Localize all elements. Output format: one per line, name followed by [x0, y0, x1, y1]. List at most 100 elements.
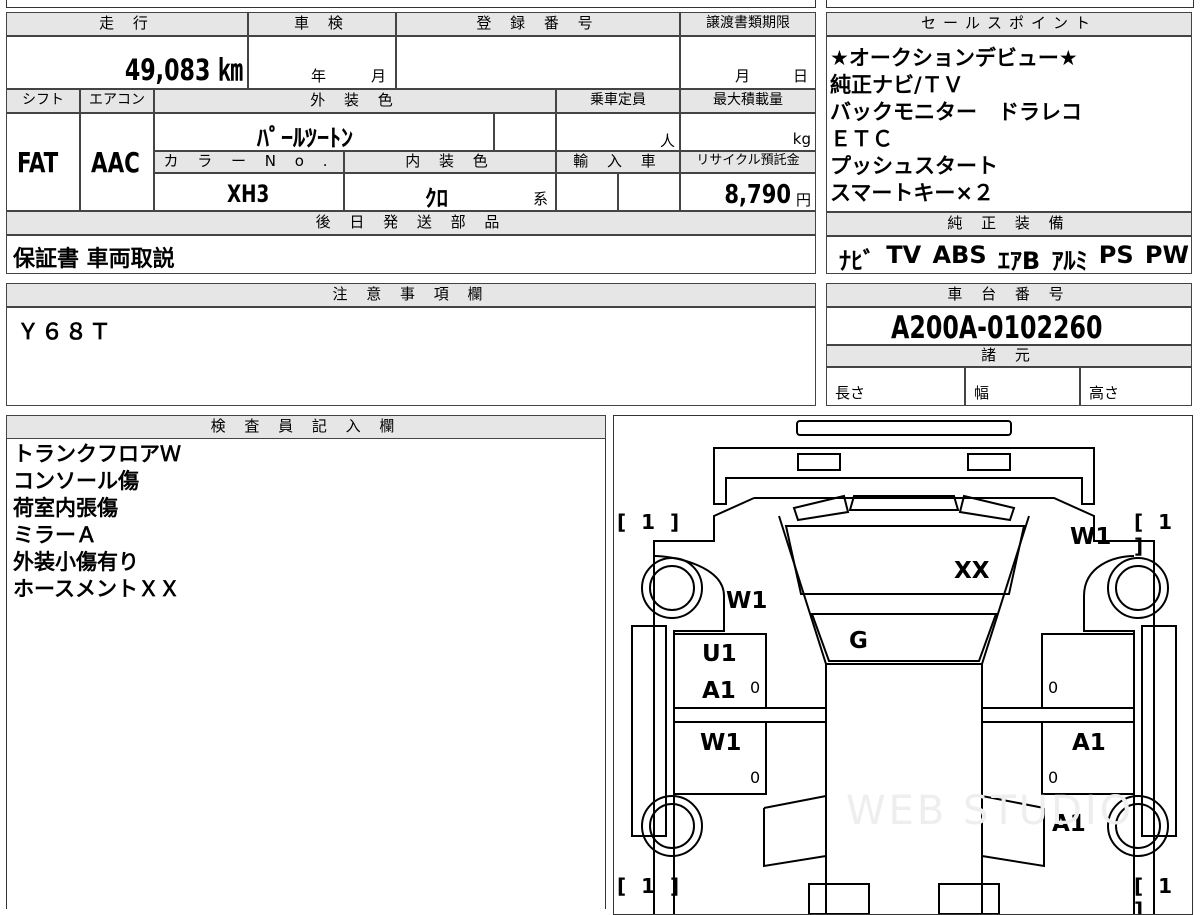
recycle-cell: 8,790 円	[680, 173, 816, 211]
equipment-item: ｴｱB	[997, 247, 1041, 275]
tire-label-rear-right: [ 1 ]	[1134, 874, 1177, 915]
recycle-value: 8,790	[724, 180, 791, 210]
interior-color-cell: ｸﾛ 系	[344, 173, 556, 212]
damage-mark-w1: W1	[726, 588, 768, 614]
equipment-header: 純 正 装 備	[826, 212, 1192, 236]
wiper-right	[958, 494, 1016, 522]
left-sill	[674, 707, 826, 723]
transfer-deadline-cell: 月 日	[680, 36, 816, 89]
front-bumper	[796, 420, 1012, 436]
interior-color-suffix: 系	[533, 190, 549, 208]
interior-color-header: 内 装 色	[344, 151, 556, 173]
cropped-top-row	[6, 0, 816, 8]
shift-header: シフト	[6, 89, 80, 113]
chassis-number: A200A-0102260	[891, 310, 1103, 346]
inspector-line: ホースメントＸＸ	[13, 577, 180, 601]
equipment-item: ﾅﾋﾞ	[839, 247, 875, 275]
sales-point-line: ★オークションデビュー★	[830, 46, 1078, 70]
inspector-line: 荷室内張傷	[13, 496, 118, 520]
shaken-year-label: 年	[311, 67, 327, 85]
watermark: WEB STUDIO	[846, 788, 1135, 834]
cropped-top-right	[826, 0, 1194, 8]
exterior-color-header: 外 装 色	[154, 89, 556, 113]
mileage-header: 走 行	[6, 12, 248, 36]
damage-mark-w1: W1	[700, 730, 742, 756]
wiper-left	[792, 494, 850, 522]
right-sill	[982, 707, 1134, 723]
pillars	[778, 515, 1030, 665]
sales-point-line: ＥＴＣ	[830, 127, 893, 151]
registration-header: 登 録 番 号	[396, 12, 680, 36]
tire-label-front-left: [ 1 ]	[617, 510, 684, 534]
later-parts-cell: 保証書 車両取説	[6, 235, 816, 274]
zero-label: 0	[750, 768, 761, 787]
capacity-unit: 人	[659, 132, 675, 150]
exterior-color-value: ﾊﾟｰﾙﾂｰﾄﾝ	[257, 124, 353, 152]
mileage-value: 49,083 ㎞	[125, 53, 243, 87]
color-no-value: XH3	[227, 180, 270, 208]
headlight-right	[967, 453, 1011, 471]
transfer-month-label: 月	[735, 67, 751, 85]
inspector-line: コンソール傷	[13, 469, 139, 493]
specs-header: 諸 元	[826, 345, 1192, 367]
equipment-list: ﾅﾋﾞ TV ABS ｴｱB ｱﾙﾐ PS PW	[839, 241, 1189, 276]
max-load-header: 最大積載量	[680, 89, 816, 113]
interior-color-value: ｸﾛ	[425, 186, 448, 212]
transfer-day-label: 日	[793, 67, 809, 85]
exterior-color-extra-cell	[494, 113, 556, 151]
damage-diagram: [ 1 ] [ 1 ] [ 1 ] [ 1 ] XX W1 W1 G U1 A1…	[613, 415, 1193, 915]
sales-point-line: 純正ナビ/ＴＶ	[830, 73, 964, 97]
car-outline	[631, 420, 1177, 914]
color-no-cell: XH3	[154, 173, 344, 211]
sales-point-line: スマートキー×２	[830, 181, 994, 205]
exterior-color-cell: ﾊﾟｰﾙﾂｰﾄﾝ	[154, 113, 494, 152]
equipment-item: ｱﾙﾐ	[1051, 247, 1088, 275]
registration-cell	[396, 36, 680, 89]
mileage-cell: 49,083 ㎞	[6, 36, 248, 89]
tire-label-rear-left: [ 1 ]	[617, 874, 684, 898]
recycle-header: リサイクル預託金	[680, 151, 816, 173]
aircon-value: AAC	[91, 146, 140, 179]
notes-value: Ｙ６８Ｔ	[17, 320, 114, 345]
width-cell: 幅	[965, 367, 1080, 406]
zero-label: 0	[750, 678, 761, 697]
sales-point-line: プッシュスタート	[830, 154, 998, 178]
shaken-month-label: 月	[371, 67, 387, 85]
sales-points-list: ★オークションデビュー★ 純正ナビ/ＴＶ バックモニター ドラレコ ＥＴＣ プッ…	[826, 36, 1192, 212]
roof-front	[810, 613, 998, 662]
body-outline	[653, 497, 1155, 914]
import-cell-1	[556, 173, 618, 211]
rear-light-left	[808, 883, 870, 914]
damage-mark-a1: A1	[1072, 730, 1106, 756]
inspector-line: ミラーＡ	[13, 523, 97, 547]
damage-mark-xx: XX	[954, 558, 990, 584]
equipment-item: PS	[1098, 241, 1134, 269]
damage-mark-u1: U1	[702, 641, 737, 667]
capacity-header: 乗車定員	[556, 89, 680, 113]
max-load-unit: kg	[792, 130, 811, 148]
color-no-header: カ ラ ー N o .	[154, 151, 344, 173]
aircon-header: エアコン	[80, 89, 154, 113]
aircon-cell: AAC	[80, 113, 154, 211]
zero-label: 0	[1048, 768, 1059, 787]
damage-mark-a1: A1	[702, 678, 736, 704]
chassis-header: 車 台 番 号	[826, 283, 1192, 307]
rear-light-right	[938, 883, 1000, 914]
transfer-deadline-header: 譲渡書類期限	[680, 12, 816, 36]
import-cell-2	[618, 173, 680, 211]
sales-points-header: セールスポイント	[826, 12, 1192, 36]
later-parts-header: 後 日 発 送 部 品	[6, 211, 816, 235]
equipment-item: TV	[886, 241, 922, 269]
height-label: 高さ	[1089, 384, 1120, 402]
height-cell: 高さ	[1080, 367, 1192, 406]
notes-cell: Ｙ６８Ｔ	[6, 307, 816, 406]
equipment-item: ABS	[932, 241, 987, 269]
tire-label-front-right: [ 1 ]	[1134, 510, 1177, 558]
headlight-left	[797, 453, 841, 471]
later-parts-value: 保証書 車両取説	[13, 247, 175, 272]
shift-cell: FAT	[6, 113, 80, 211]
inspector-notes: トランクフロアＷ コンソール傷 荷室内張傷 ミラーＡ 外装小傷有り ホースメント…	[6, 439, 606, 909]
equipment-item: PW	[1144, 241, 1189, 269]
damage-mark-g: G	[849, 628, 868, 654]
capacity-cell: 人	[556, 113, 680, 151]
